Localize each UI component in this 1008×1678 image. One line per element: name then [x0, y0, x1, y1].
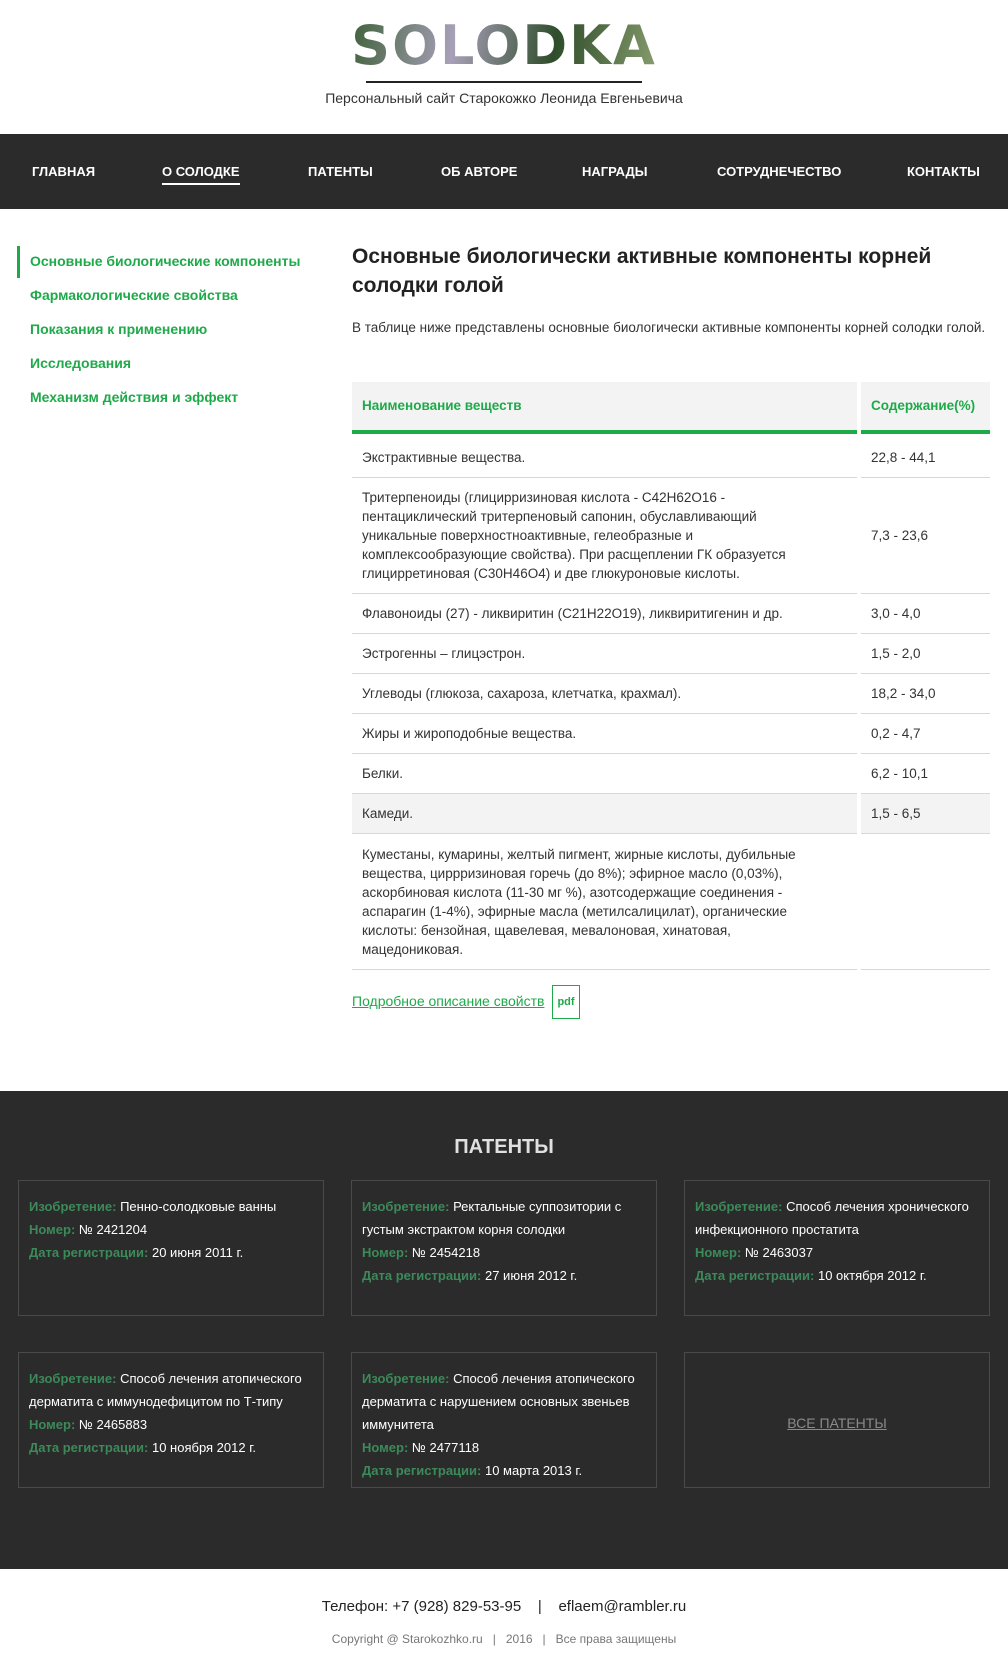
patent-number: № 2463037: [744, 1245, 814, 1260]
site-logo[interactable]: SOLODKA: [0, 16, 1008, 76]
label-number: Номер:: [695, 1245, 742, 1260]
cell-substance: Жиры и жироподобные вещества.: [352, 714, 857, 754]
cell-content: 3,0 - 4,0: [861, 594, 990, 634]
patent-date: 20 июня 2011 г.: [151, 1245, 244, 1260]
patents-section: ПАТЕНТЫ Изобретение: Пенно-солодковые ва…: [0, 1091, 1008, 1569]
label-invention: Изобретение:: [695, 1199, 783, 1214]
table-row: Эстрогенны – глицэстрон. 1,5 - 2,0: [352, 634, 990, 674]
cell-content: [861, 834, 990, 970]
label-number: Номер:: [29, 1222, 76, 1237]
cell-content: 1,5 - 2,0: [861, 634, 990, 674]
label-number: Номер:: [362, 1440, 409, 1455]
site-header: SOLODKA Персональный сайт Старокожко Лео…: [0, 0, 1008, 134]
label-date: Дата регистрации:: [695, 1268, 815, 1283]
nav-item-contacts[interactable]: КОНТАКТЫ: [907, 134, 980, 209]
label-invention: Изобретение:: [362, 1371, 450, 1386]
cell-content: 7,3 - 23,6: [861, 478, 990, 594]
patents-title: ПАТЕНТЫ: [454, 1136, 554, 1158]
cell-content: 6,2 - 10,1: [861, 754, 990, 794]
sidebar-item-pharmacology[interactable]: Фармакологические свойства: [30, 287, 238, 303]
table-row: Белки. 6,2 - 10,1: [352, 754, 990, 794]
sidebar-item-indications[interactable]: Показания к применению: [30, 321, 207, 337]
label-invention: Изобретение:: [362, 1199, 450, 1214]
label-date: Дата регистрации:: [29, 1440, 149, 1455]
all-patents-card: ВСЕ ПАТЕНТЫ: [684, 1352, 990, 1488]
sidebar-item-mechanism[interactable]: Механизм действия и эффект: [30, 389, 238, 405]
table-row: Флавоноиды (27) - ликвиритин (C21H22O19)…: [352, 594, 990, 634]
table-row: Жиры и жироподобные вещества. 0,2 - 4,7: [352, 714, 990, 754]
footer-copyright: Copyright @ Starokozhko.ru | 2016 | Все …: [331, 1632, 677, 1646]
copyright-year: 2016: [505, 1632, 533, 1646]
cell-substance: Флавоноиды (27) - ликвиритин (C21H22O19)…: [352, 594, 857, 634]
cell-content: 22,8 - 44,1: [861, 438, 990, 478]
sidebar-active-marker: [17, 246, 20, 278]
label-number: Номер:: [29, 1417, 76, 1432]
site-tagline: Персональный сайт Старокожко Леонида Евг…: [325, 90, 683, 106]
label-invention: Изобретение:: [29, 1371, 117, 1386]
table-row: Куместаны, кумарины, желтый пигмент, жир…: [352, 834, 990, 970]
cell-content: 18,2 - 34,0: [861, 674, 990, 714]
cell-substance: Камеди.: [352, 794, 857, 834]
contact-separator: |: [537, 1598, 542, 1615]
nav-item-home[interactable]: ГЛАВНАЯ: [32, 134, 95, 209]
pdf-icon[interactable]: pdf: [552, 985, 580, 1019]
patent-date: 27 июня 2012 г.: [484, 1268, 578, 1283]
nav-item-about-author[interactable]: ОБ АВТОРЕ: [441, 134, 517, 209]
patent-number: № 2465883: [78, 1417, 148, 1432]
label-date: Дата регистрации:: [362, 1463, 482, 1478]
table-row: Тритерпеноиды (глицирризиновая кислота -…: [352, 478, 990, 594]
patent-date: 10 ноября 2012 г.: [151, 1440, 256, 1455]
patent-date: 10 марта 2013 г.: [484, 1463, 583, 1478]
nav-item-awards[interactable]: НАГРАДЫ: [582, 134, 648, 209]
label-date: Дата регистрации:: [362, 1268, 482, 1283]
cell-substance: Белки.: [352, 754, 857, 794]
copyright-rights: Все права защищены: [555, 1632, 677, 1646]
patent-number: № 2477118: [411, 1440, 480, 1455]
cell-substance: Тритерпеноиды (глицирризиновая кислота -…: [352, 478, 857, 594]
copyright-text: Copyright @ Starokozhko.ru: [331, 1632, 483, 1646]
patent-number: № 2421204: [78, 1222, 148, 1237]
patent-card[interactable]: Изобретение: Способ лечения хронического…: [684, 1180, 990, 1316]
main-nav: ГЛАВНАЯ О СОЛОДКЕ ПАТЕНТЫ ОБ АВТОРЕ НАГР…: [0, 134, 1008, 209]
label-date: Дата регистрации:: [29, 1245, 149, 1260]
table-header-content: Содержание(%): [861, 382, 990, 434]
patent-number: № 2454218: [411, 1245, 481, 1260]
table-row: Камеди. 1,5 - 6,5: [352, 794, 990, 834]
patent-card[interactable]: Изобретение: Способ лечения атопического…: [351, 1352, 657, 1488]
label-invention: Изобретение:: [29, 1199, 117, 1214]
phone-label: Телефон:: [321, 1598, 389, 1615]
table-row: Экстрактивные вещества. 22,8 - 44,1: [352, 438, 990, 478]
label-number: Номер:: [362, 1245, 409, 1260]
footer-contacts: Телефон: +7 (928) 829-53-95 | eflaem@ram…: [0, 1598, 1008, 1615]
phone-number[interactable]: +7 (928) 829-53-95: [392, 1598, 521, 1615]
cell-content: 1,5 - 6,5: [861, 794, 990, 834]
table-row: Углеводы (глюкоза, сахароза, клетчатка, …: [352, 674, 990, 714]
page-title: Основные биологически активные компонент…: [352, 245, 932, 297]
patent-card[interactable]: Изобретение: Способ лечения атопического…: [18, 1352, 324, 1488]
table-header-name: Наименование веществ: [352, 382, 857, 434]
email-link[interactable]: eflaem@rambler.ru: [558, 1598, 686, 1615]
nav-item-about-solodka[interactable]: О СОЛОДКЕ: [162, 134, 240, 209]
cell-content: 0,2 - 4,7: [861, 714, 990, 754]
patent-card[interactable]: Изобретение: Ректальные суппозитории с г…: [351, 1180, 657, 1316]
patent-date: 10 октября 2012 г.: [817, 1268, 927, 1283]
patent-card[interactable]: Изобретение: Пенно-солодковые ванны Номе…: [18, 1180, 324, 1316]
cell-substance: Эстрогенны – глицэстрон.: [352, 634, 857, 674]
logo-underline: [366, 81, 642, 83]
cell-substance: Экстрактивные вещества.: [352, 438, 857, 478]
nav-item-patents[interactable]: ПАТЕНТЫ: [308, 134, 373, 209]
cell-substance: Углеводы (глюкоза, сахароза, клетчатка, …: [352, 674, 857, 714]
sidebar-item-components[interactable]: Основные биологические компоненты: [30, 253, 300, 269]
pdf-description-link[interactable]: Подробное описание свойств: [352, 993, 544, 1009]
all-patents-link[interactable]: ВСЕ ПАТЕНТЫ: [685, 1415, 989, 1431]
intro-text: В таблице ниже представлены основные био…: [352, 320, 986, 335]
sidebar-item-research[interactable]: Исследования: [30, 355, 131, 371]
cell-substance: Куместаны, кумарины, желтый пигмент, жир…: [352, 834, 857, 970]
nav-item-cooperation[interactable]: СОТРУДНЕЧЕСТВО: [717, 134, 841, 209]
patent-invention: Пенно-солодковые ванны: [120, 1199, 277, 1214]
